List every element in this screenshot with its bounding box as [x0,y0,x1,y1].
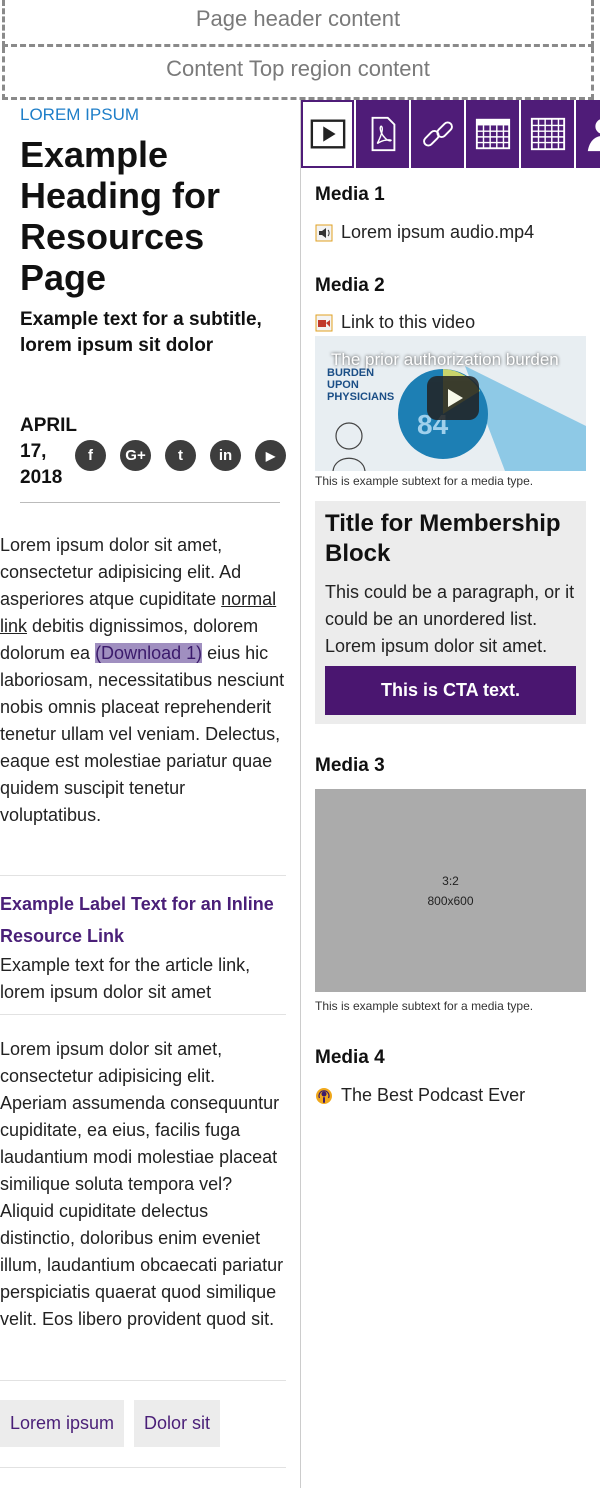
inline-resource-text: Example text for the article link, lorem… [0,955,251,1002]
membership-title: Title for Membership Block [325,510,561,567]
content-top-text: Content Top region content [166,56,430,81]
grid-icon [475,118,510,150]
media-4-heading: Media 4 [315,1047,385,1068]
person-tab[interactable] [576,100,600,168]
social-share-bar: f G+ t in ▶ [75,440,286,471]
podcast-icon [315,1087,333,1105]
media-2-heading: Media 2 [315,275,385,296]
video-tab[interactable] [301,100,354,168]
placeholder-ratio: 3:2 [442,873,459,888]
paragraph-text: eius hic laboriosam, necessitatibus nesc… [0,643,285,825]
audio-link[interactable]: Lorem ipsum audio.mp4 [315,222,534,243]
paragraph-text: Lorem ipsum dolor sit amet, consectetur … [0,535,242,609]
media-subtext: This is example subtext for a media type… [315,474,534,488]
google-plus-icon[interactable]: G+ [120,440,151,471]
video-file-icon [315,314,333,332]
audio-file-icon [315,224,333,242]
link-icon [422,121,453,147]
video-link-label: Link to this video [341,312,476,332]
page-header-region: Page header content [2,0,594,47]
facebook-icon[interactable]: f [75,440,106,471]
content-top-region: Content Top region content [2,47,594,100]
page-subtitle: Example text for a subtitle, lorem ipsum… [20,309,262,356]
svg-text:PHYSICIANS: PHYSICIANS [327,391,394,403]
play-icon [310,119,345,149]
youtube-icon[interactable]: ▶ [255,440,286,471]
video-player[interactable]: 84 BURDEN UPON PHYSICIANS The prior auth… [315,336,586,471]
audio-link-label: Lorem ipsum audio.mp4 [341,222,535,242]
calendar-tab[interactable] [466,100,519,168]
table-icon [530,117,565,151]
publish-date: APRIL 17, 2018 [20,415,77,488]
download-link[interactable]: (Download 1) [95,643,203,663]
membership-block: Title for Membership Block This could be… [315,501,586,724]
inline-resource-link[interactable]: Example Label Text for an Inline Resourc… [0,888,286,952]
video-title: The prior authorization burden [331,350,559,369]
twitter-icon[interactable]: t [165,440,196,471]
placeholder-size: 800x600 [427,893,474,908]
table-tab[interactable] [521,100,574,168]
play-button[interactable] [427,376,479,420]
divider [0,1380,286,1381]
article-eyebrow[interactable]: LOREM IPSUM [20,105,139,125]
divider [0,1467,286,1468]
image-placeholder: 3:2 800x600 [315,789,586,992]
tag-dolor-sit[interactable]: Dolor sit [134,1400,221,1447]
podcast-link-label: The Best Podcast Ever [341,1085,526,1105]
person-icon [587,119,600,152]
body-paragraph-2: Lorem ipsum dolor sit amet, consectetur … [0,1039,284,1329]
linkedin-icon[interactable]: in [210,440,241,471]
page-header-text: Page header content [195,6,401,31]
pdf-icon [371,116,395,152]
divider [20,502,280,503]
video-link[interactable]: Link to this video [315,312,475,333]
media-subtext: This is example subtext for a media type… [315,999,534,1013]
link-tab[interactable] [411,100,464,168]
media-sidebar: Media 1 Lorem ipsum audio.mp4 Media 2 Li… [301,100,600,1488]
media-type-tabs [301,100,600,168]
pdf-tab[interactable] [356,100,409,168]
podcast-link[interactable]: The Best Podcast Ever [315,1085,525,1106]
page-title: Example Heading for Resources Page [20,134,221,298]
cta-button[interactable]: This is CTA text. [325,666,576,715]
divider [0,1014,286,1015]
media-3-heading: Media 3 [315,755,385,776]
tag-list: Lorem ipsum Dolor sit [0,1400,221,1447]
article-column: LOREM IPSUM Example Heading for Resource… [0,100,301,1488]
svg-text:UPON: UPON [327,379,359,391]
media-1-heading: Media 1 [315,184,385,205]
body-paragraph-1: Lorem ipsum dolor sit amet, consectetur … [0,532,286,829]
membership-text: This could be a paragraph, or it could b… [325,582,575,656]
tag-lorem-ipsum[interactable]: Lorem ipsum [0,1400,125,1447]
divider [0,875,286,876]
